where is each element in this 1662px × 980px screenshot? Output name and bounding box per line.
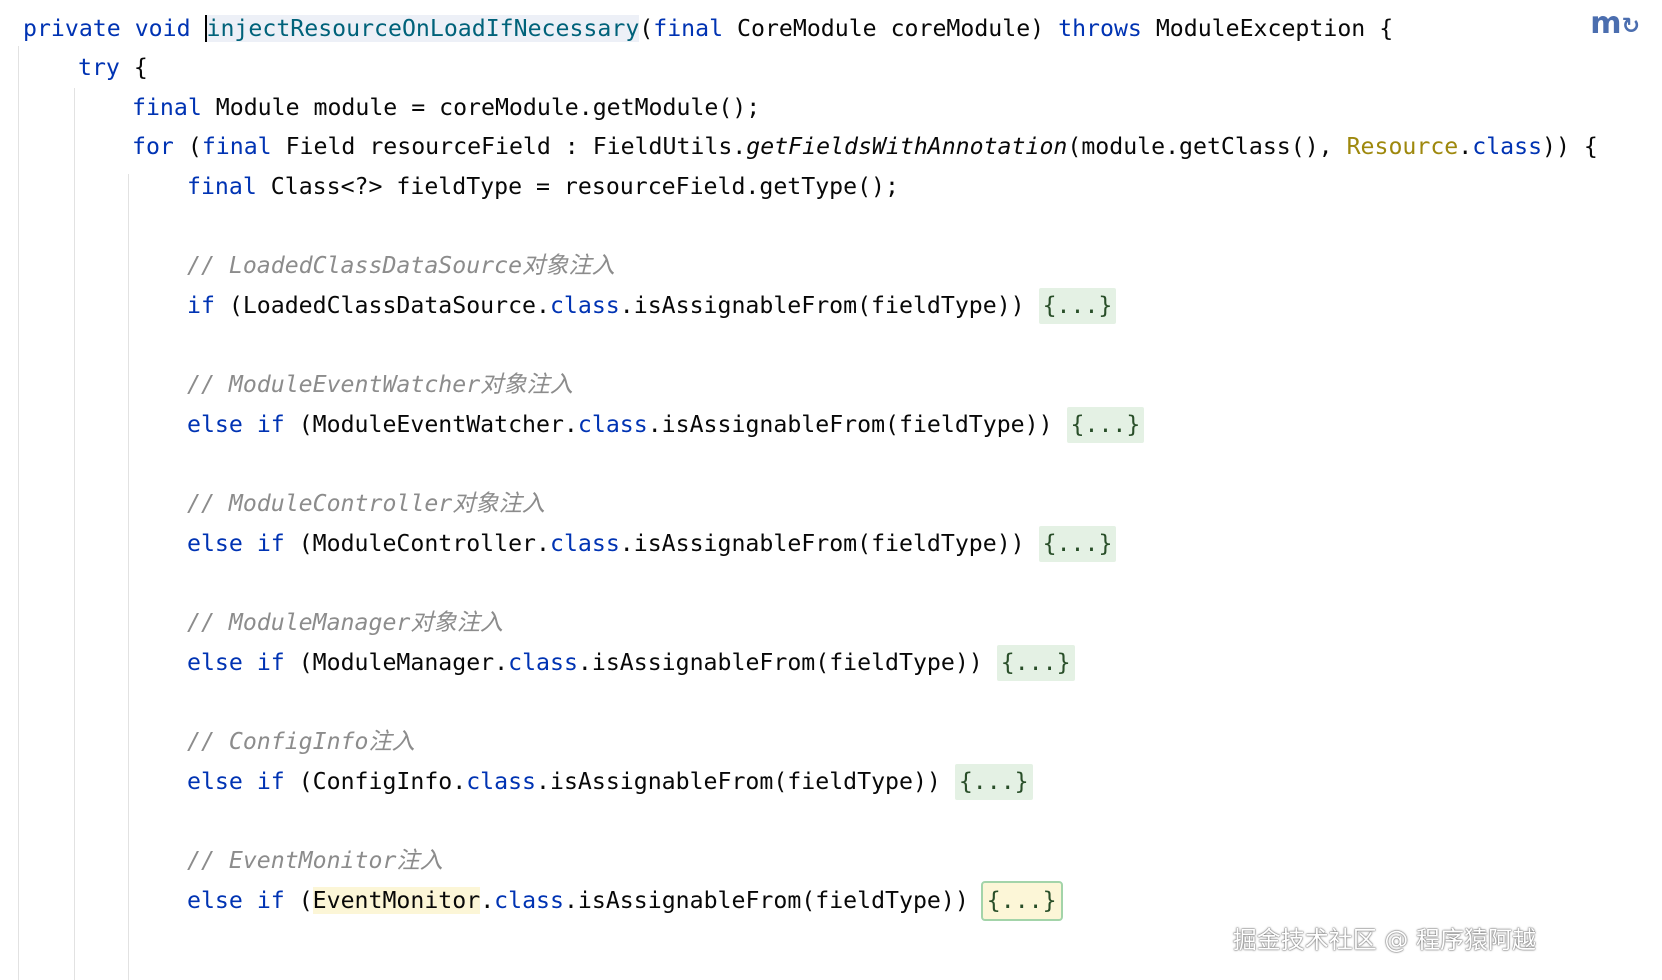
- code-text: CoreModule coreModule): [723, 15, 1059, 42]
- code-line-if4[interactable]: else if (ModuleManager.class.isAssignabl…: [187, 642, 1075, 684]
- code-line-5[interactable]: final Class<?> fieldType = resourceField…: [187, 166, 899, 208]
- keyword: else: [187, 530, 243, 557]
- fold-expand-button[interactable]: {...}: [980, 881, 1063, 921]
- code-line-if3[interactable]: else if (ModuleController.class.isAssign…: [187, 523, 1117, 565]
- watermark: 掘金技术社区 @ 程序猿阿越: [1232, 926, 1536, 954]
- keyword: try: [78, 54, 120, 81]
- code-text: .: [480, 887, 495, 914]
- code-line-if1[interactable]: if (LoadedClassDataSource.class.isAssign…: [187, 285, 1117, 327]
- code-text: {: [119, 54, 148, 81]
- code-text: (LoadedClassDataSource.: [214, 292, 550, 319]
- keyword: class: [549, 292, 620, 319]
- code-text: (ModuleManager.: [284, 649, 509, 676]
- keyword: void: [134, 15, 191, 42]
- code-text: (ModuleEventWatcher.: [284, 411, 578, 438]
- code-text: .isAssignableFrom(fieldType)): [577, 649, 997, 676]
- code-text: Field resourceField : FieldUtils.: [271, 133, 747, 160]
- keyword: if: [256, 649, 285, 676]
- code-line-3[interactable]: final Module module = coreModule.getModu…: [132, 87, 760, 129]
- indent-guide: [18, 46, 19, 980]
- keyword: private: [23, 15, 121, 42]
- fold-expand-button[interactable]: {...}: [1038, 288, 1117, 324]
- keyword: class: [508, 649, 578, 676]
- keyword: if: [187, 292, 215, 319]
- code-line-if2[interactable]: else if (ModuleEventWatcher.class.isAssi…: [187, 404, 1145, 446]
- comment-line: // LoadedClassDataSource对象注入: [187, 252, 615, 279]
- code-text: (: [639, 15, 654, 42]
- code-text: (module.getClass(),: [1067, 133, 1347, 160]
- code-text: .isAssignableFrom(fieldType)): [647, 411, 1067, 438]
- code-line-2[interactable]: try {: [78, 47, 148, 89]
- keyword: if: [256, 887, 285, 914]
- fold-expand-button[interactable]: {...}: [954, 764, 1033, 800]
- code-text: Module module = coreModule.getModule();: [201, 94, 761, 121]
- code-text: (: [173, 133, 202, 160]
- keyword: else: [187, 768, 243, 795]
- keyword: class: [577, 411, 648, 438]
- code-text: ModuleException {: [1141, 15, 1394, 42]
- keyword: if: [256, 530, 285, 557]
- code-line-if5[interactable]: else if (ConfigInfo.class.isAssignableFr…: [187, 761, 1033, 803]
- code-text: .isAssignableFrom(fieldType)): [563, 887, 983, 914]
- keyword: final: [653, 15, 724, 42]
- code-text: )) {: [1542, 133, 1598, 160]
- highlighted-reference[interactable]: EventMonitor: [312, 887, 481, 914]
- comment-line: // EventMonitor注入: [187, 847, 443, 874]
- keyword: class: [549, 530, 620, 557]
- fold-expand-button[interactable]: {...}: [1066, 407, 1145, 443]
- keyword: else: [187, 887, 243, 914]
- indent-guide: [128, 174, 129, 980]
- keyword: if: [256, 768, 285, 795]
- method-name[interactable]: injectResourceOnLoadIfNecessary: [204, 15, 640, 42]
- keyword: for: [132, 133, 174, 160]
- comment-line: // ModuleController对象注入: [187, 490, 545, 517]
- keyword: final: [132, 94, 202, 121]
- fold-expand-button[interactable]: {...}: [1038, 526, 1117, 562]
- comment-line: // ModuleManager对象注入: [187, 609, 504, 636]
- code-line-4[interactable]: for (final Field resourceField : FieldUt…: [132, 126, 1598, 168]
- indent-guide: [74, 88, 75, 980]
- code-line-if6[interactable]: else if (EventMonitor.class.isAssignable…: [187, 880, 1063, 922]
- keyword: final: [201, 133, 272, 160]
- code-text: (ConfigInfo.: [284, 768, 467, 795]
- code-editor[interactable]: private void injectResourceOnLoadIfNeces…: [0, 0, 1662, 980]
- code-text: .isAssignableFrom(fieldType)): [536, 768, 955, 795]
- code-text: (: [284, 887, 313, 914]
- code-text: (ModuleController.: [284, 530, 550, 557]
- code-line-1[interactable]: private void injectResourceOnLoadIfNeces…: [23, 8, 1393, 50]
- keyword: final: [187, 173, 257, 200]
- code-text: .isAssignableFrom(fieldType)): [619, 530, 1039, 557]
- code-text: Class<?> fieldType = resourceField.getTy…: [256, 173, 899, 200]
- fold-expand-button[interactable]: {...}: [996, 645, 1075, 681]
- comment-line: // ConfigInfo注入: [187, 728, 415, 755]
- keyword: else: [187, 411, 243, 438]
- comment-line: // ModuleEventWatcher对象注入: [187, 371, 573, 398]
- keyword: class: [466, 768, 537, 795]
- code-text: .: [1458, 133, 1473, 160]
- keyword: class: [494, 887, 564, 914]
- annotation-type: Resource: [1346, 133, 1459, 160]
- keyword: if: [256, 411, 285, 438]
- keyword: class: [1472, 133, 1543, 160]
- static-method-call: getFieldsWithAnnotation: [746, 133, 1068, 160]
- code-text: .isAssignableFrom(fieldType)): [619, 292, 1039, 319]
- keyword: throws: [1058, 15, 1142, 42]
- keyword: else: [187, 649, 243, 676]
- plugin-logo-icon[interactable]: m↻: [1590, 6, 1640, 41]
